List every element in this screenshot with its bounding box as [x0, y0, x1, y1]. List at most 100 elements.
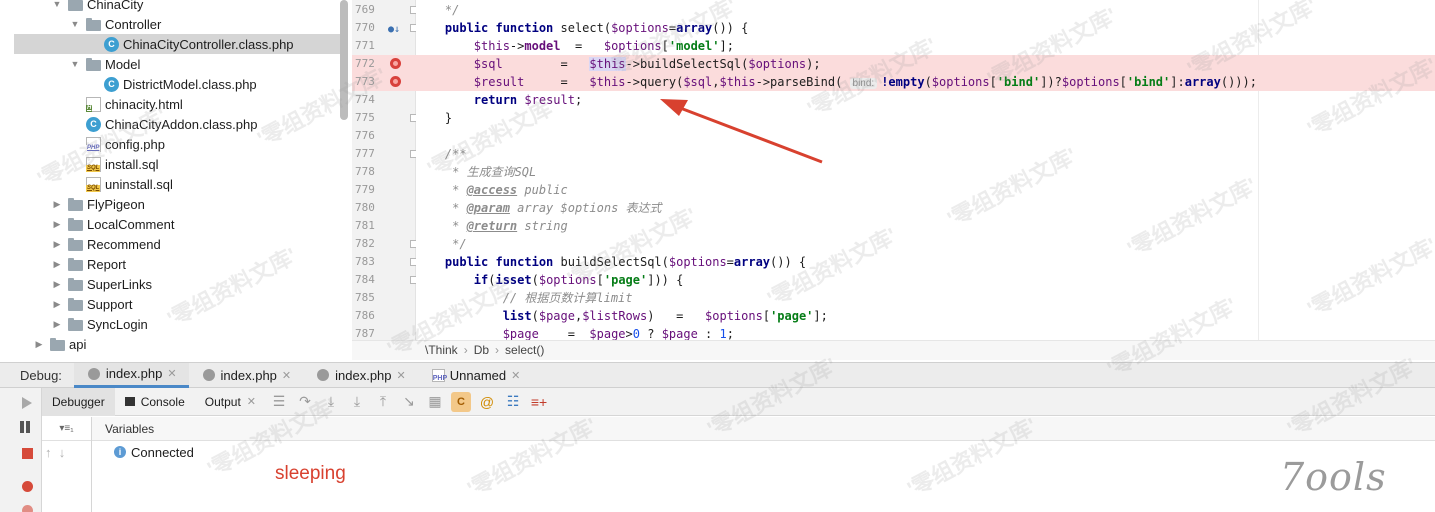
watch-icon[interactable]: @ — [474, 388, 500, 416]
gutter-line[interactable]: 777 — [352, 145, 417, 163]
code-line[interactable]: return $result; — [416, 91, 1435, 109]
chevron-down-icon[interactable]: ▼ — [70, 59, 80, 69]
code-line[interactable]: $this->model = $options['model']; — [416, 37, 1435, 55]
view-breakpoints-icon[interactable] — [22, 481, 33, 492]
tab-output[interactable]: Output ✕ — [195, 388, 266, 416]
run-to-cursor-icon[interactable]: ↘ — [396, 388, 422, 416]
chevron-right-icon[interactable]: ▶ — [52, 279, 62, 289]
breadcrumb-item[interactable]: \Think — [425, 343, 458, 357]
close-icon[interactable]: ✕ — [397, 369, 406, 382]
tab-console[interactable]: Console — [115, 388, 195, 416]
code-line[interactable]: list($page,$listRows) = $options['page']… — [416, 307, 1435, 325]
breakpoint-icon[interactable] — [390, 76, 401, 87]
tree-item[interactable]: SQL uninstall.sql — [0, 174, 340, 194]
arrow-down-icon[interactable]: ↓ — [59, 445, 66, 460]
close-icon[interactable]: ✕ — [247, 395, 256, 408]
resume-icon[interactable] — [22, 397, 32, 409]
code-line[interactable]: * 生成查询SQL — [416, 163, 1435, 181]
stop-icon[interactable] — [22, 448, 33, 459]
code-line[interactable]: /** — [416, 145, 1435, 163]
debug-tab[interactable]: index.php ✕ — [73, 362, 189, 388]
code-line[interactable]: $result = $this->query($sql,$this->parse… — [416, 73, 1435, 91]
step-over-icon[interactable]: ↷ — [292, 388, 318, 416]
tree-item[interactable]: ▶ api — [0, 334, 340, 354]
code-line[interactable]: * @access public — [416, 181, 1435, 199]
debug-tab[interactable]: PHP Unnamed ✕ — [418, 363, 533, 388]
chevron-down-icon[interactable]: ▼ — [70, 19, 80, 29]
gutter-line[interactable]: 784 — [352, 271, 417, 289]
gutter-line[interactable]: 780 — [352, 199, 416, 217]
tree-item[interactable]: ▶ LocalComment — [0, 214, 340, 234]
tree-item[interactable]: ▶ Recommend — [0, 234, 340, 254]
mute-breakpoints-icon[interactable] — [22, 505, 33, 512]
tree-item[interactable]: C DistrictModel.class.php — [0, 74, 340, 94]
tree-item[interactable]: ▼ Model — [0, 54, 340, 74]
gutter-line[interactable]: 778 — [352, 163, 416, 181]
breakpoint-icon[interactable] — [390, 58, 401, 69]
code-line[interactable]: if(isset($options['page'])) { — [416, 271, 1435, 289]
tab-debugger[interactable]: Debugger — [42, 387, 115, 416]
code-editor[interactable]: */ public function select($options=array… — [416, 0, 1435, 340]
breadcrumb-item[interactable]: Db — [474, 343, 489, 357]
step-into-icon[interactable]: ⤓ — [318, 388, 344, 416]
breadcrumb-item[interactable]: select() — [505, 343, 544, 357]
show-execution-point-icon[interactable]: ☰ — [266, 388, 292, 416]
chevron-right-icon[interactable]: ▶ — [34, 339, 44, 349]
close-icon[interactable]: ✕ — [511, 369, 520, 382]
chevron-right-icon[interactable]: ▶ — [52, 239, 62, 249]
class-filter-icon[interactable]: C — [451, 391, 471, 412]
close-icon[interactable]: ✕ — [282, 369, 291, 382]
code-line[interactable]: } — [416, 109, 1435, 127]
tree-item[interactable]: ▶ SyncLogin — [0, 314, 340, 334]
pause-icon[interactable] — [18, 421, 32, 435]
code-line[interactable]: // 根据页数计算limit — [416, 289, 1435, 307]
code-line[interactable] — [416, 127, 1435, 145]
tree-item[interactable]: ▼ Controller — [0, 14, 340, 34]
gutter-line[interactable]: 775 — [352, 109, 417, 127]
gutter-line[interactable]: 783 — [352, 253, 417, 271]
chevron-right-icon[interactable]: ▶ — [52, 199, 62, 209]
code-line[interactable]: * @return string — [416, 217, 1435, 235]
tree-item[interactable]: SQL install.sql — [0, 154, 340, 174]
code-line[interactable]: public function buildSelectSql($options=… — [416, 253, 1435, 271]
tree-item[interactable]: ▶ SuperLinks — [0, 274, 340, 294]
tree-item[interactable]: Hchinacity.html — [0, 94, 340, 114]
chevron-down-icon[interactable]: ▼ — [52, 0, 62, 9]
tree-item[interactable]: ▶ Report — [0, 254, 340, 274]
arrow-up-icon[interactable]: ↑ — [45, 445, 52, 460]
tree-item[interactable]: ▶ FlyPigeon — [0, 194, 340, 214]
gutter-line[interactable]: 776 — [352, 127, 416, 145]
force-step-into-icon[interactable]: ⤓ — [344, 388, 370, 416]
close-icon[interactable]: ✕ — [167, 367, 176, 380]
gutter-line[interactable]: 771 — [352, 37, 416, 55]
code-line[interactable]: */ — [416, 1, 1435, 19]
tree-item[interactable]: ▼ ChinaCity — [0, 0, 340, 14]
chevron-right-icon[interactable]: ▶ — [52, 259, 62, 269]
chevron-right-icon[interactable]: ▶ — [52, 219, 62, 229]
gutter-line[interactable]: 781 — [352, 217, 416, 235]
debug-tab[interactable]: index.php ✕ — [303, 363, 418, 388]
gutter-line[interactable]: 772 — [352, 55, 416, 73]
gutter-line[interactable]: 785 — [352, 289, 416, 307]
gutter-line[interactable]: 779 — [352, 181, 416, 199]
tree-item[interactable]: PHP config.php — [0, 134, 340, 154]
code-line[interactable]: $sql = $this->buildSelectSql($options); — [416, 55, 1435, 73]
step-out-icon[interactable]: ⤒ — [370, 388, 396, 416]
evaluate-expression-icon[interactable]: ▦ — [422, 388, 448, 416]
code-line[interactable]: $page = $page>0 ? $page : 1; — [416, 325, 1435, 340]
gutter-line[interactable]: 769 — [352, 1, 417, 19]
tree-scrollbar[interactable] — [340, 0, 348, 120]
gutter-line[interactable]: 770 ●↓ — [352, 19, 417, 37]
code-line[interactable]: */ — [416, 235, 1435, 253]
tree-item[interactable]: ▶ Support — [0, 294, 340, 314]
gutter-line[interactable]: 773 — [352, 73, 416, 91]
chevron-right-icon[interactable]: ▶ — [52, 319, 62, 329]
add-watch-icon[interactable]: ≡+ — [526, 388, 552, 416]
chevron-right-icon[interactable]: ▶ — [52, 299, 62, 309]
gutter-line[interactable]: 786 — [352, 307, 416, 325]
code-line[interactable]: * @param array $options 表达式 — [416, 199, 1435, 217]
frames-header[interactable]: ▾≡₁ — [42, 417, 91, 441]
tree-item[interactable]: C ChinaCityController.class.php — [14, 34, 340, 54]
frames-list-icon[interactable]: ☷ — [500, 388, 526, 416]
code-line[interactable]: public function select($options=array())… — [416, 19, 1435, 37]
